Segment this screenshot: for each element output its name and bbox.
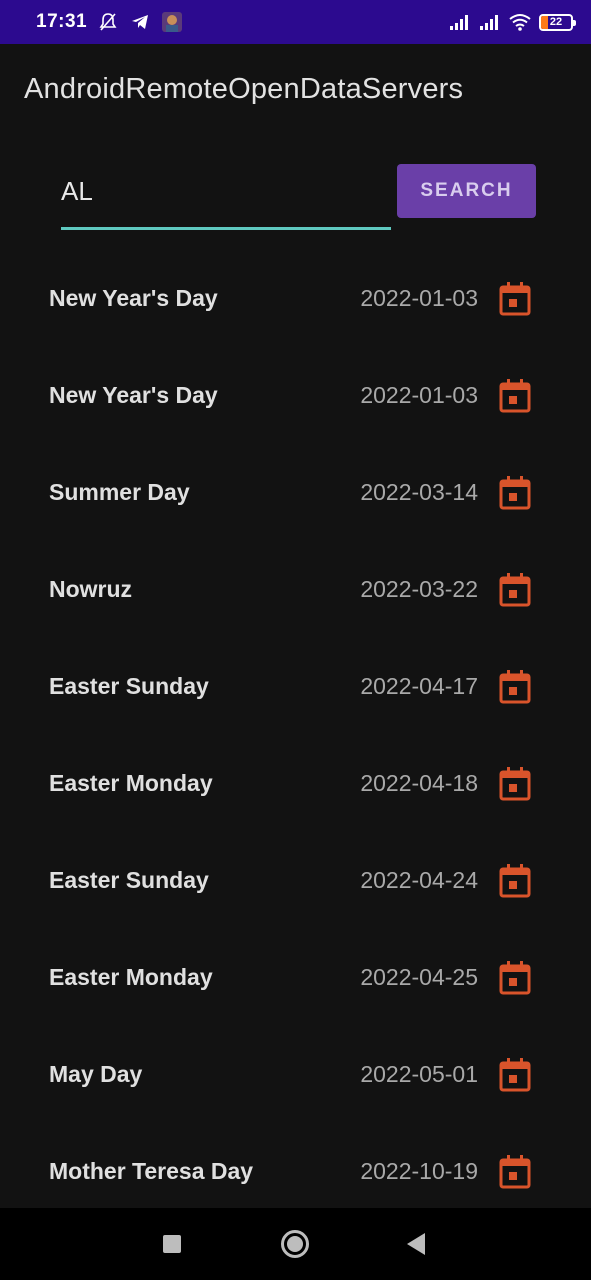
holiday-row[interactable]: Easter Monday 2022-04-25 [0,929,591,1026]
holiday-row[interactable]: May Day 2022-05-01 [0,1026,591,1123]
calendar-icon[interactable] [499,1057,531,1092]
holiday-name: Nowruz [49,576,133,602]
bell-off-icon [97,11,119,33]
recents-button[interactable] [163,1235,181,1253]
holiday-name: Easter Sunday [49,673,209,699]
holiday-date: 2022-04-24 [360,867,478,893]
holiday-name: Easter Sunday [49,867,209,893]
battery-level: 22 [549,16,563,28]
holiday-name: May Day [49,1061,143,1087]
calendar-icon[interactable] [499,572,531,607]
calendar-icon[interactable] [499,960,531,995]
holiday-row[interactable]: Summer Day 2022-03-14 [0,444,591,541]
calendar-icon[interactable] [499,669,531,704]
search-button[interactable]: SEARCH [397,164,536,218]
status-time: 17:31 [36,11,88,32]
holiday-row[interactable]: Nowruz 2022-03-22 [0,541,591,638]
holiday-row[interactable]: Mother Teresa Day 2022-10-19 [0,1123,591,1208]
holiday-name: New Year's Day [49,382,218,408]
status-right: 22 [449,11,576,33]
calendar-icon[interactable] [499,863,531,898]
search-row: SEARCH [0,150,591,240]
navigation-bar [0,1208,591,1280]
home-button[interactable] [281,1230,309,1258]
app-avatar-icon [161,11,183,33]
holiday-date: 2022-01-03 [360,382,478,408]
calendar-icon[interactable] [499,1154,531,1189]
holiday-row[interactable]: Easter Monday 2022-04-18 [0,735,591,832]
holiday-row[interactable]: Easter Sunday 2022-04-24 [0,832,591,929]
holiday-date: 2022-03-14 [360,479,478,505]
holiday-name: Mother Teresa Day [49,1158,254,1184]
wifi-icon [509,11,531,33]
holiday-date: 2022-05-01 [360,1061,478,1087]
calendar-icon[interactable] [499,281,531,316]
holiday-row[interactable]: New Year's Day 2022-01-03 [0,347,591,444]
status-bar: 17:31 22 [0,0,591,44]
telegram-icon [129,11,151,33]
status-left: 17:31 [36,11,183,33]
holiday-row[interactable]: Easter Sunday 2022-04-17 [0,638,591,735]
back-button[interactable] [407,1233,425,1255]
calendar-icon[interactable] [499,378,531,413]
battery-indicator: 22 [539,13,576,31]
search-input[interactable] [61,164,391,230]
holiday-date: 2022-04-17 [360,673,478,699]
holiday-date: 2022-04-25 [360,964,478,990]
signal-icon [449,11,471,33]
holiday-name: Easter Monday [49,964,213,990]
app-bar: AndroidRemoteOpenDataServers [0,44,591,134]
calendar-icon[interactable] [499,475,531,510]
holiday-date: 2022-10-19 [360,1158,478,1184]
holiday-date: 2022-01-03 [360,285,478,311]
holiday-date: 2022-03-22 [360,576,478,602]
holiday-name: Summer Day [49,479,190,505]
signal-icon-2 [479,11,501,33]
holiday-name: New Year's Day [49,285,218,311]
holiday-name: Easter Monday [49,770,213,796]
holiday-date: 2022-04-18 [360,770,478,796]
holiday-list: New Year's Day 2022-01-03 New Year's Day 20… [0,250,591,1208]
calendar-icon[interactable] [499,766,531,801]
holiday-row[interactable]: New Year's Day 2022-01-03 [0,250,591,347]
app-title: AndroidRemoteOpenDataServers [24,72,464,105]
